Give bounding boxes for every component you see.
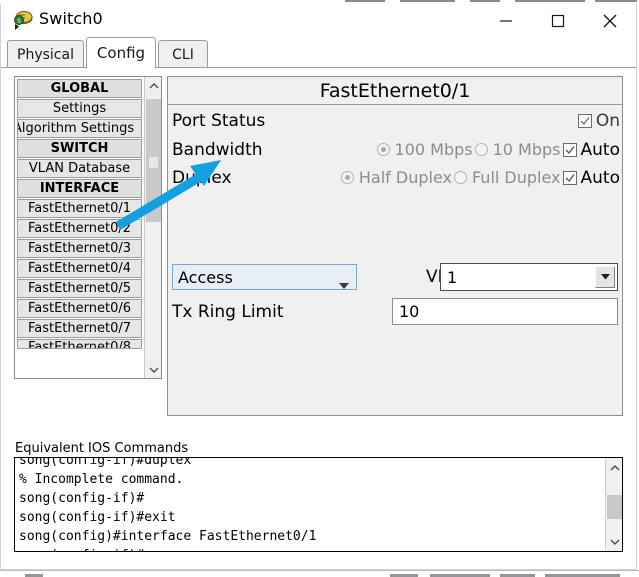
- tab-strip: Physical Config CLI: [1, 37, 636, 69]
- switch-config-window: S Switch0 Physical Config CLI GLOBAL Set…: [0, 4, 637, 570]
- sidebar-item-vlan-database[interactable]: VLAN Database: [17, 159, 142, 178]
- sidebar-item-fastethernet0-2[interactable]: FastEthernet0/2: [17, 219, 142, 238]
- bandwidth-row: Bandwidth 100 Mbps 10 Mbps Auto: [168, 136, 622, 163]
- close-button[interactable]: [584, 4, 636, 37]
- port-status-label: Port Status: [172, 110, 266, 131]
- tab-cli[interactable]: CLI: [158, 40, 208, 68]
- bandwidth-option-10mbps[interactable]: 10 Mbps: [474, 140, 561, 159]
- sidebar-item-algorithm-settings[interactable]: Algorithm Settings: [17, 119, 142, 138]
- title-bar: S Switch0: [1, 4, 636, 37]
- chevron-down-icon[interactable]: [595, 266, 615, 288]
- chevron-down-icon[interactable]: [606, 533, 622, 550]
- interface-config-panel: FastEthernet0/1 Port Status On Bandwidth…: [167, 76, 623, 416]
- bandwidth-option-10mbps-label: 10 Mbps: [492, 140, 561, 159]
- sidebar-header-interface: INTERFACE: [17, 179, 142, 198]
- tab-physical[interactable]: Physical: [7, 40, 84, 68]
- duplex-controls: Half Duplex Full Duplex Auto: [340, 167, 620, 188]
- sidebar-item-fastethernet0-5[interactable]: FastEthernet0/5: [17, 279, 142, 298]
- maximize-button[interactable]: [532, 4, 584, 37]
- config-sidebar: GLOBAL Settings Algorithm Settings SWITC…: [14, 76, 162, 379]
- sidebar-label: SWITCH: [50, 141, 109, 156]
- sidebar-list: GLOBAL Settings Algorithm Settings SWITC…: [15, 77, 144, 350]
- duplex-option-full-label: Full Duplex: [471, 168, 561, 187]
- bandwidth-option-100mbps-label: 100 Mbps: [394, 140, 473, 159]
- sidebar-item-fastethernet0-1[interactable]: FastEthernet0/1: [17, 199, 142, 218]
- ios-commands-label: Equivalent IOS Commands: [15, 441, 189, 456]
- sidebar-item-fastethernet0-7[interactable]: FastEthernet0/7: [17, 319, 142, 338]
- sidebar-label: VLAN Database: [28, 161, 131, 176]
- sidebar-label: FastEthernet0/8: [27, 340, 132, 349]
- sidebar-item-fastethernet0-3[interactable]: FastEthernet0/3: [17, 239, 142, 258]
- switchport-mode-value: Access: [178, 267, 233, 287]
- bandwidth-auto-label: Auto: [580, 139, 620, 160]
- radio-icon: [376, 143, 390, 156]
- port-status-checkbox-label: On: [595, 110, 620, 131]
- window-controls: [480, 4, 636, 37]
- bandwidth-controls: 100 Mbps 10 Mbps Auto: [376, 139, 620, 160]
- panel-title: FastEthernet0/1: [168, 77, 622, 105]
- bandwidth-auto-checkbox[interactable]: Auto: [562, 139, 620, 160]
- sidebar-label: FastEthernet0/3: [27, 241, 132, 256]
- duplex-auto-label: Auto: [580, 167, 620, 188]
- sidebar-label: FastEthernet0/1: [27, 201, 132, 216]
- sidebar-label: Settings: [52, 101, 107, 116]
- sidebar-scrollbar-thumb[interactable]: [146, 99, 161, 222]
- sidebar-item-fastethernet0-4[interactable]: FastEthernet0/4: [17, 259, 142, 278]
- minimize-button[interactable]: [480, 4, 532, 37]
- switchport-mode-dropdown[interactable]: Access: [172, 264, 357, 290]
- sidebar-label: FastEthernet0/7: [27, 321, 132, 336]
- vlan-value: 1: [447, 267, 458, 287]
- ios-console-scrollbar[interactable]: [605, 458, 622, 551]
- svg-text:S: S: [17, 18, 21, 25]
- sidebar-label: FastEthernet0/6: [27, 301, 132, 316]
- sidebar-label: GLOBAL: [50, 81, 109, 96]
- chevron-up-icon[interactable]: [606, 459, 622, 476]
- duplex-label: Duplex: [172, 167, 232, 188]
- switch-device-icon: S: [12, 11, 34, 31]
- sidebar-item-settings[interactable]: Settings: [17, 99, 142, 118]
- tab-config[interactable]: Config: [86, 37, 156, 69]
- radio-icon: [474, 143, 488, 156]
- sidebar-item-fastethernet0-6[interactable]: FastEthernet0/6: [17, 299, 142, 318]
- duplex-option-half-label: Half Duplex: [358, 168, 452, 187]
- bandwidth-option-100mbps[interactable]: 100 Mbps: [376, 140, 473, 159]
- tx-ring-limit-label: Tx Ring Limit: [172, 302, 284, 322]
- sidebar-label: INTERFACE: [39, 181, 120, 196]
- sidebar-label: FastEthernet0/2: [27, 221, 132, 236]
- sidebar-label: FastEthernet0/5: [27, 281, 132, 296]
- tab-config-label: Config: [96, 44, 146, 62]
- duplex-row: Duplex Half Duplex Full Duplex Auto: [168, 164, 622, 191]
- ios-console-scrollbar-thumb[interactable]: [607, 495, 622, 519]
- duplex-option-full[interactable]: Full Duplex: [453, 168, 561, 187]
- checkbox-icon: [577, 113, 592, 128]
- sidebar-header-global: GLOBAL: [17, 79, 142, 98]
- duplex-auto-checkbox[interactable]: Auto: [562, 167, 620, 188]
- sidebar-item-fastethernet0-8[interactable]: FastEthernet0/8: [17, 339, 142, 349]
- chevron-down-icon: [339, 275, 349, 294]
- port-status-checkbox[interactable]: On: [577, 110, 620, 131]
- tx-ring-limit-value: 10: [399, 302, 420, 321]
- sidebar-header-switch: SWITCH: [17, 139, 142, 158]
- ios-commands-console[interactable]: song(config-if)#duplex % Incomplete comm…: [14, 457, 623, 552]
- window-title: Switch0: [39, 9, 103, 28]
- chevron-up-icon[interactable]: [145, 77, 161, 94]
- ios-commands-text: song(config-if)#duplex % Incomplete comm…: [19, 457, 317, 551]
- port-status-controls: On: [577, 110, 620, 131]
- port-status-row: Port Status On: [168, 107, 622, 134]
- sidebar-scrollbar[interactable]: [144, 77, 161, 378]
- chevron-down-icon[interactable]: [145, 361, 161, 378]
- duplex-option-half[interactable]: Half Duplex: [340, 168, 452, 187]
- radio-icon: [340, 171, 354, 184]
- bandwidth-label: Bandwidth: [172, 139, 263, 160]
- radio-icon: [453, 171, 467, 184]
- tab-cli-label: CLI: [172, 46, 194, 63]
- tx-ring-limit-input[interactable]: 10: [392, 298, 618, 325]
- sidebar-label: FastEthernet0/4: [27, 261, 132, 276]
- checkbox-icon: [562, 142, 577, 157]
- checkbox-icon: [562, 170, 577, 185]
- sidebar-label: Algorithm Settings: [17, 121, 135, 136]
- vlan-dropdown[interactable]: 1: [440, 263, 618, 291]
- tab-physical-label: Physical: [17, 46, 74, 63]
